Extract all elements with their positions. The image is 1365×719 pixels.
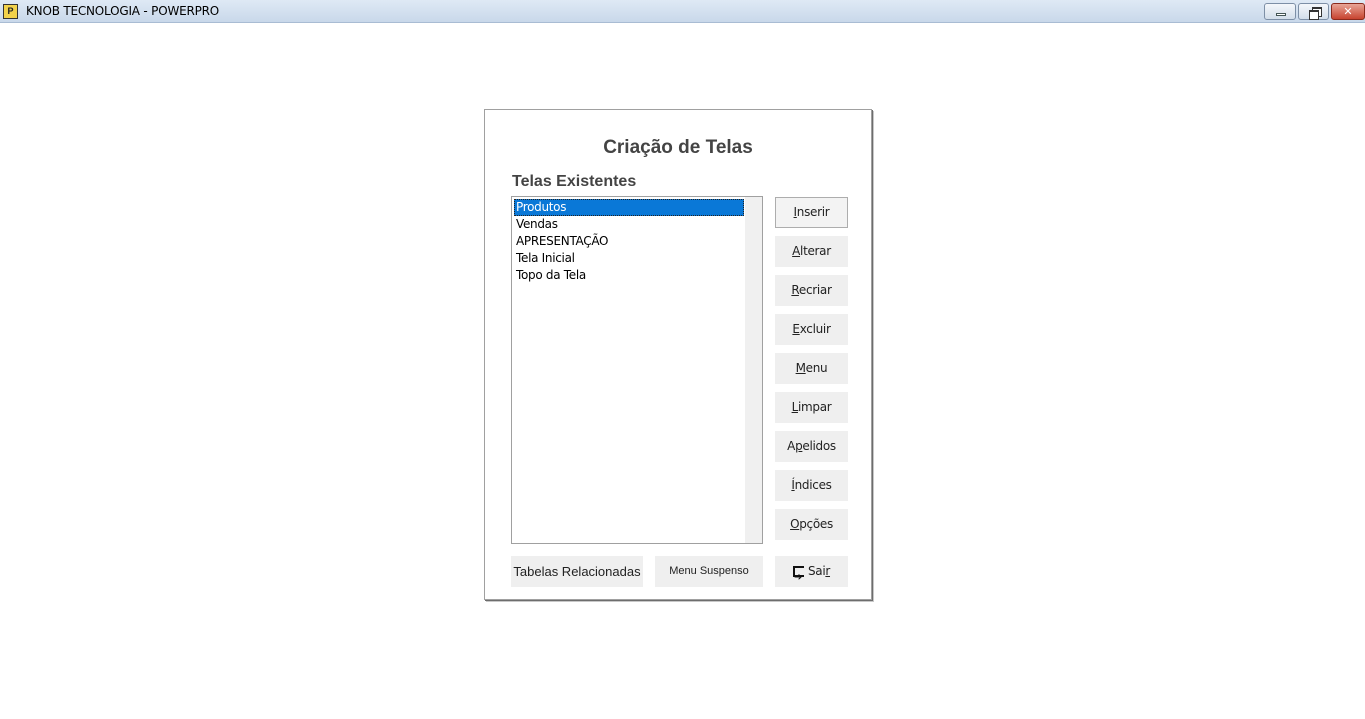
menu-button[interactable]: Menu: [775, 353, 848, 384]
window-title: KNOB TECNOLOGIA - POWERPRO: [26, 4, 220, 18]
button-label: xcluir: [799, 322, 831, 336]
access-key: A: [792, 244, 801, 258]
list-label: Telas Existentes: [512, 173, 637, 190]
apelidos-button[interactable]: Apelidos: [775, 431, 848, 462]
indices-button[interactable]: Índices: [775, 470, 848, 501]
button-label: A: [787, 439, 796, 453]
limpar-button[interactable]: Limpar: [775, 392, 848, 423]
access-key: r: [825, 564, 831, 578]
exit-door-icon: [792, 562, 804, 593]
access-key: E: [792, 322, 800, 336]
alterar-button[interactable]: Alterar: [775, 236, 848, 267]
title-bar: P KNOB TECNOLOGIA - POWERPRO ✕: [0, 0, 1365, 23]
list-item[interactable]: Topo da Tela: [514, 267, 744, 284]
app-icon: P: [3, 4, 18, 19]
menu-suspenso-button[interactable]: Menu Suspenso: [655, 556, 763, 587]
access-key: M: [795, 361, 806, 375]
button-label: nserir: [796, 205, 830, 219]
close-icon: ✕: [1343, 5, 1353, 18]
button-label: ecriar: [798, 283, 832, 297]
access-key: R: [791, 283, 799, 297]
minimize-button[interactable]: [1264, 3, 1296, 20]
list-item[interactable]: Produtos: [514, 199, 744, 216]
screens-listbox[interactable]: Produtos Vendas APRESENTAÇÃO Tela Inicia…: [511, 196, 763, 544]
vertical-scrollbar[interactable]: [745, 197, 762, 543]
list-item[interactable]: Tela Inicial: [514, 250, 744, 267]
restore-icon-back: [1309, 10, 1319, 20]
screen-creation-dialog: Criação de Telas Telas Existentes Produt…: [484, 109, 872, 600]
access-key: O: [790, 517, 800, 531]
button-label: lterar: [800, 244, 831, 258]
button-label: impar: [797, 400, 832, 414]
sair-button[interactable]: Sair: [775, 556, 848, 593]
list-item[interactable]: APRESENTAÇÃO: [514, 233, 744, 250]
minimize-icon: [1276, 13, 1286, 16]
dialog-title: Criação de Telas: [603, 137, 753, 158]
close-button[interactable]: ✕: [1331, 3, 1365, 20]
restore-button[interactable]: [1298, 3, 1329, 20]
inserir-button[interactable]: Inserir: [775, 197, 848, 228]
recriar-button[interactable]: Recriar: [775, 275, 848, 306]
list-item[interactable]: Vendas: [514, 216, 744, 233]
list-items: Produtos Vendas APRESENTAÇÃO Tela Inicia…: [514, 199, 744, 284]
button-label: elidos: [802, 439, 836, 453]
excluir-button[interactable]: Excluir: [775, 314, 848, 345]
opcoes-button[interactable]: Opções: [775, 509, 848, 540]
button-label: enu: [805, 361, 828, 375]
tabelas-relacionadas-button[interactable]: Tabelas Relacionadas: [511, 556, 643, 587]
button-label: Sai: [807, 564, 826, 578]
button-label: pções: [799, 517, 833, 531]
button-label: ndices: [794, 478, 832, 492]
